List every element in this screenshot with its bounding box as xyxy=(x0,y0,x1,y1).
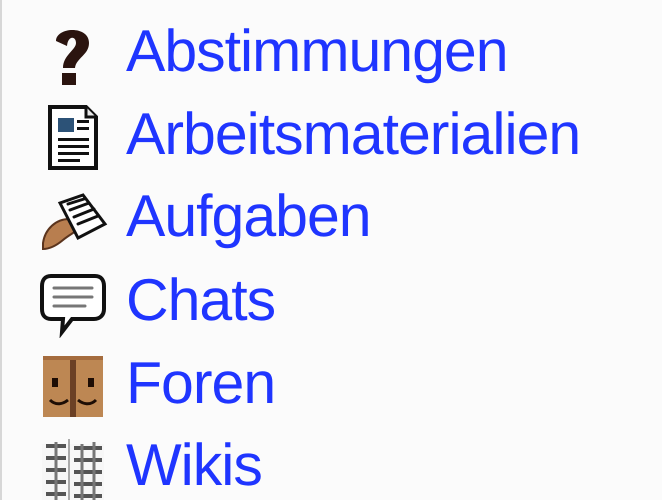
activities-panel: Abstimmungen Arbeitsmaterialien Aufgaben… xyxy=(0,0,662,500)
activity-link-chats[interactable]: Chats xyxy=(126,271,276,330)
question-mark-icon xyxy=(38,19,108,89)
activity-item-arbeitsmaterialien[interactable]: Arbeitsmaterialien xyxy=(38,95,660,178)
activity-list: Abstimmungen Arbeitsmaterialien Aufgaben… xyxy=(38,12,660,500)
activity-link-foren[interactable]: Foren xyxy=(126,354,276,413)
activity-link-abstimmungen[interactable]: Abstimmungen xyxy=(126,21,509,81)
activity-link-aufgaben[interactable]: Aufgaben xyxy=(126,187,372,246)
activity-item-foren[interactable]: Foren xyxy=(38,344,660,427)
activity-item-aufgaben[interactable]: Aufgaben xyxy=(38,178,660,261)
activity-item-wikis[interactable]: Wikis xyxy=(38,427,660,500)
activity-link-wikis[interactable]: Wikis xyxy=(126,436,263,495)
hand-paper-icon xyxy=(38,185,108,255)
activity-item-abstimmungen[interactable]: Abstimmungen xyxy=(38,12,660,95)
wiki-grid-icon xyxy=(38,434,108,500)
speech-bubble-icon xyxy=(38,268,108,338)
people-faces-icon xyxy=(38,351,108,421)
activity-item-chats[interactable]: Chats xyxy=(38,261,660,344)
activity-link-arbeitsmaterialien[interactable]: Arbeitsmaterialien xyxy=(126,105,581,164)
document-icon xyxy=(38,102,108,172)
